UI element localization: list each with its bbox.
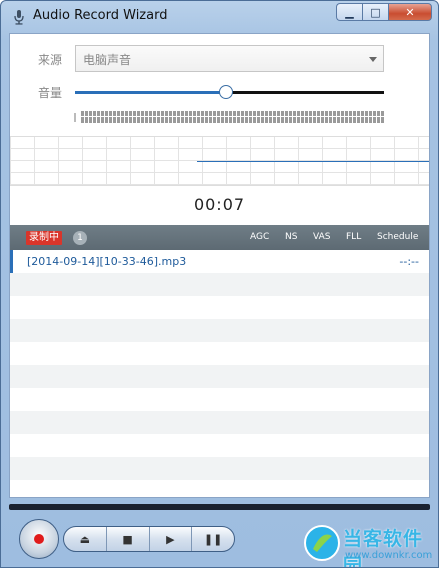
selection-indicator xyxy=(10,250,13,273)
waveform-line xyxy=(197,161,429,162)
transport-controls: ⏏ ■ ▶ ❚❚ xyxy=(63,526,235,552)
column-ns[interactable]: NS xyxy=(285,232,297,242)
column-vas[interactable]: VAS xyxy=(313,232,330,242)
file-duration: --:-- xyxy=(399,255,419,268)
playback-progress-bar[interactable] xyxy=(9,504,430,510)
source-label: 来源 xyxy=(38,53,63,67)
watermark: 当客软件园 www.downkr.com xyxy=(303,522,438,568)
column-schedule[interactable]: Schedule xyxy=(377,232,418,242)
list-item xyxy=(10,434,429,457)
list-item[interactable]: [2014-09-14][10-33-46].mp3 --:-- xyxy=(10,250,429,273)
volume-slider[interactable] xyxy=(75,85,384,99)
watermark-url: www.downkr.com xyxy=(345,550,433,561)
main-panel: 来源 电脑声音 音量 00:07 录制中 1 AGC NS VAS FLL Sc… xyxy=(9,33,430,498)
volume-slider-fill xyxy=(75,91,227,94)
record-button[interactable] xyxy=(19,519,59,559)
list-item xyxy=(10,365,429,388)
watermark-text: 当客软件园 xyxy=(343,528,424,568)
list-item xyxy=(10,388,429,411)
watermark-logo-icon xyxy=(304,525,340,561)
source-dropdown[interactable]: 电脑声音 xyxy=(75,45,384,72)
elapsed-time: 00:07 xyxy=(193,195,246,214)
pause-icon: ❚❚ xyxy=(203,532,223,546)
maximize-button[interactable]: □ xyxy=(362,3,388,21)
list-item xyxy=(10,319,429,342)
list-header: 录制中 1 AGC NS VAS FLL Schedule xyxy=(10,225,429,250)
file-name: [2014-09-14][10-33-46].mp3 xyxy=(27,255,187,268)
eject-icon: ⏏ xyxy=(79,532,91,546)
file-count-badge: 1 xyxy=(73,231,87,245)
volume-slider-thumb[interactable] xyxy=(219,85,234,99)
play-icon: ▶ xyxy=(166,532,175,546)
level-meter xyxy=(81,111,384,123)
list-item xyxy=(10,480,429,497)
list-item xyxy=(10,342,429,365)
window-title: Audio Record Wizard xyxy=(33,8,168,23)
caption-buttons: ▁ □ ✕ xyxy=(336,3,432,23)
list-item xyxy=(10,411,429,434)
column-fll[interactable]: FLL xyxy=(346,232,361,242)
column-agc[interactable]: AGC xyxy=(250,232,269,242)
list-item xyxy=(10,296,429,319)
list-item xyxy=(10,273,429,296)
volume-label: 音量 xyxy=(38,86,63,100)
chevron-down-icon xyxy=(369,57,377,62)
stop-button[interactable]: ■ xyxy=(107,527,150,551)
title-bar[interactable]: Audio Record Wizard ▁ □ ✕ xyxy=(1,1,438,31)
app-window: Audio Record Wizard ▁ □ ✕ 来源 电脑声音 音量 00:… xyxy=(0,0,439,568)
minimize-button[interactable]: ▁ xyxy=(336,3,362,21)
recording-status-badge: 录制中 xyxy=(26,231,62,245)
close-button[interactable]: ✕ xyxy=(388,3,432,21)
file-list: [2014-09-14][10-33-46].mp3 --:-- xyxy=(10,250,429,497)
eject-button[interactable]: ⏏ xyxy=(64,527,107,551)
microphone-icon xyxy=(14,10,24,25)
stop-icon: ■ xyxy=(122,532,133,546)
pause-button[interactable]: ❚❚ xyxy=(192,527,234,551)
level-meter-marker xyxy=(74,113,76,122)
list-item xyxy=(10,457,429,480)
source-selected-value: 电脑声音 xyxy=(83,53,132,67)
play-button[interactable]: ▶ xyxy=(150,527,193,551)
record-icon xyxy=(34,534,44,544)
waveform-display xyxy=(10,136,429,186)
